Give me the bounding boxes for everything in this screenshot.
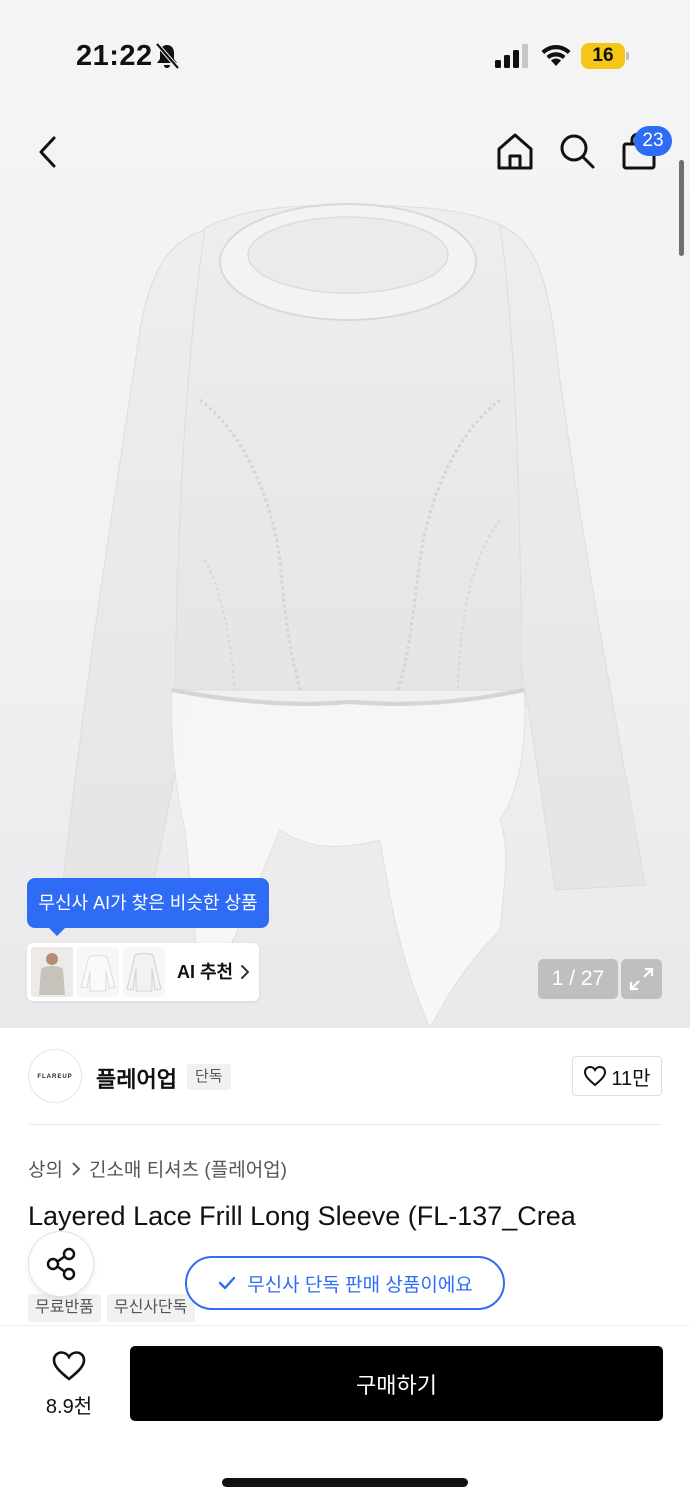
buy-button[interactable]: 구매하기 — [130, 1346, 663, 1421]
wifi-icon — [541, 45, 571, 66]
similar-product-thumb[interactable] — [31, 947, 73, 997]
search-icon — [560, 134, 595, 169]
chevron-right-icon — [72, 1161, 81, 1176]
product-tags: 무료반품 무신사단독 — [28, 1294, 195, 1322]
share-icon — [46, 1247, 76, 1281]
similar-product-thumb[interactable] — [123, 947, 165, 997]
search-button[interactable] — [556, 130, 598, 172]
tag-musinsa-exclusive: 무신사단독 — [106, 1294, 195, 1322]
wishlist-button[interactable]: 8.9천 — [28, 1348, 110, 1420]
battery-percent: 16 — [592, 45, 614, 66]
wishlist-count: 8.9천 — [45, 1396, 93, 1418]
image-counter: 1 / 27 — [538, 959, 618, 999]
ai-recommend-card[interactable]: AI 추천 — [27, 943, 259, 1001]
brand-like-count: 11만 — [611, 1067, 651, 1090]
back-button[interactable] — [30, 130, 70, 174]
breadcrumb: 상의 긴소매 티셔츠 (플레어업) — [28, 1155, 287, 1182]
heart-icon — [52, 1351, 86, 1381]
product-title: Layered Lace Frill Long Sleeve (FL-137_C… — [28, 1201, 576, 1231]
home-icon — [497, 133, 533, 170]
check-icon — [218, 1276, 236, 1290]
cart-count-badge: 23 — [634, 126, 672, 156]
share-button[interactable] — [28, 1231, 94, 1297]
expand-icon — [629, 967, 654, 991]
ai-similar-tooltip[interactable]: 무신사 AI가 찾은 비슷한 상품 — [27, 878, 269, 936]
brand-like-button[interactable]: 11만 — [572, 1056, 662, 1096]
heart-icon — [584, 1065, 607, 1087]
exclusive-badge: 단독 — [187, 1064, 231, 1090]
home-indicator — [222, 1478, 468, 1487]
exclusive-sale-notice[interactable]: 무신사 단독 판매 상품이에요 — [185, 1256, 505, 1310]
exclusive-sale-text: 무신사 단독 판매 상품이에요 — [247, 1274, 473, 1296]
bell-muted-icon — [155, 42, 180, 70]
breadcrumb-category[interactable]: 상의 — [28, 1155, 63, 1182]
status-bar: 21:22 16 — [0, 0, 690, 112]
expand-image-button[interactable] — [621, 959, 662, 999]
brand-name[interactable]: 플레어업 — [96, 1062, 177, 1094]
ai-recommend-label: AI 추천 — [177, 962, 234, 982]
tag-free-return: 무료반품 — [28, 1294, 101, 1322]
brand-logo[interactable]: FLAREUP — [28, 1049, 82, 1103]
home-button[interactable] — [494, 130, 536, 172]
chevron-right-icon — [241, 965, 249, 979]
scrollbar[interactable] — [679, 160, 684, 256]
chevron-left-icon — [39, 136, 56, 168]
similar-product-thumb[interactable] — [77, 947, 119, 997]
cellular-signal-icon — [495, 44, 528, 68]
breadcrumb-subcategory[interactable]: 긴소매 티셔츠 (플레어업) — [89, 1155, 287, 1182]
divider — [28, 1124, 662, 1125]
battery-indicator: 16 — [581, 43, 629, 69]
status-time: 21:22 — [76, 40, 153, 72]
